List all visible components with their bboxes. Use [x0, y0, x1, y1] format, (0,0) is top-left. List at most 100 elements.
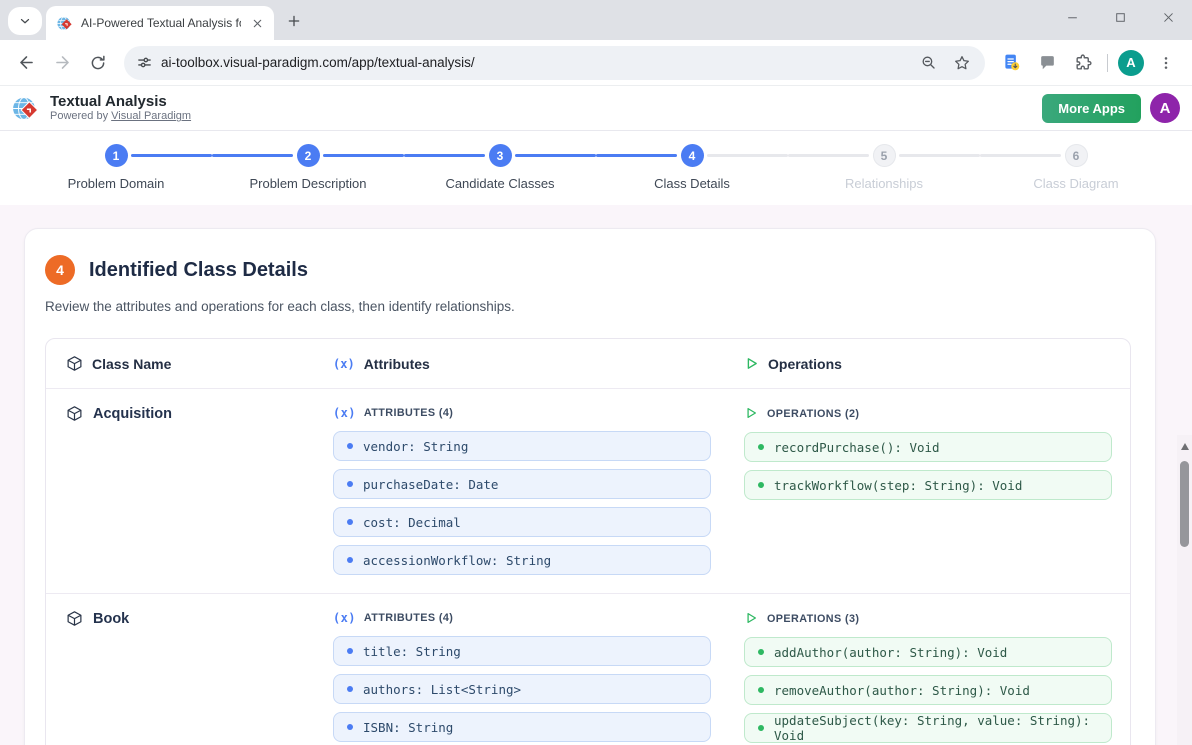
- attribute-pill-text: cost: Decimal: [363, 515, 461, 530]
- bullet-dot-icon: [758, 482, 764, 488]
- bullet-dot-icon: [347, 481, 353, 487]
- attribute-pill: ISBN: String: [333, 712, 711, 742]
- bullet-dot-icon: [347, 648, 353, 654]
- play-icon: [744, 356, 759, 371]
- bullet-dot-icon: [758, 444, 764, 450]
- step-connector-right: [899, 154, 980, 157]
- attribute-pill: authors: List<String>: [333, 674, 711, 704]
- attribute-pill-text: vendor: String: [363, 439, 468, 454]
- step-problem-domain[interactable]: 1 Problem Domain: [20, 144, 212, 205]
- operation-pill: recordPurchase(): Void: [744, 432, 1112, 462]
- url-text[interactable]: ai-toolbox.visual-paradigm.com/app/textu…: [161, 55, 907, 70]
- app-titles: Textual Analysis Powered by Visual Parad…: [50, 93, 1033, 123]
- tab-search-button[interactable]: [8, 7, 42, 35]
- bookmark-star-icon[interactable]: [949, 50, 975, 76]
- browser-toolbar: ai-toolbox.visual-paradigm.com/app/textu…: [0, 40, 1192, 86]
- step-connector-right: [323, 154, 404, 157]
- operation-pill-text: recordPurchase(): Void: [774, 440, 940, 455]
- user-avatar[interactable]: A: [1150, 93, 1180, 123]
- column-operations: Operations: [744, 356, 1112, 372]
- app-header: Textual Analysis Powered by Visual Parad…: [0, 86, 1192, 131]
- more-apps-button[interactable]: More Apps: [1042, 94, 1141, 123]
- tab-strip: AI-Powered Textual Analysis for: [0, 0, 1192, 40]
- window-minimize-button[interactable]: [1062, 7, 1082, 27]
- powered-by: Powered by Visual Paradigm: [50, 110, 1033, 123]
- page-title: Identified Class Details: [89, 259, 308, 282]
- class-details-table: Class Name (x) Attributes Operations Ac: [45, 338, 1131, 745]
- table-header-row: Class Name (x) Attributes Operations: [46, 339, 1130, 389]
- scroll-up-arrow-icon[interactable]: [1177, 439, 1192, 454]
- scrollbar-thumb[interactable]: [1180, 461, 1189, 547]
- step-4-badge: 4: [45, 255, 75, 285]
- feedback-bubble-icon[interactable]: [1031, 47, 1063, 79]
- attributes-icon: (x): [333, 611, 356, 625]
- plus-icon: [287, 14, 301, 28]
- operation-pill-text: removeAuthor(author: String): Void: [774, 683, 1030, 698]
- operation-pill-text: addAuthor(author: String): Void: [774, 645, 1007, 660]
- kebab-menu-icon[interactable]: [1150, 47, 1182, 79]
- wizard-stepper: 1 Problem Domain 2 Problem Description 3…: [0, 131, 1192, 205]
- bullet-dot-icon: [347, 724, 353, 730]
- back-button[interactable]: [10, 47, 42, 79]
- play-icon: [744, 406, 759, 421]
- step-class-details[interactable]: 4 Class Details: [596, 144, 788, 205]
- step-class-diagram[interactable]: 6 Class Diagram: [980, 144, 1172, 205]
- browser-window: AI-Powered Textual Analysis for: [0, 0, 1192, 86]
- scrollbar[interactable]: [1177, 435, 1192, 745]
- bullet-dot-icon: [347, 443, 353, 449]
- url-bar[interactable]: ai-toolbox.visual-paradigm.com/app/textu…: [124, 46, 985, 80]
- operations-section-label: OPERATIONS (3): [744, 611, 1112, 626]
- step-label: Class Diagram: [980, 176, 1172, 191]
- attributes-icon: (x): [333, 357, 355, 371]
- bullet-dot-icon: [347, 557, 353, 563]
- step-problem-description[interactable]: 2 Problem Description: [212, 144, 404, 205]
- bullet-dot-icon: [758, 649, 764, 655]
- window-maximize-button[interactable]: [1110, 7, 1130, 27]
- extensions-puzzle-icon[interactable]: [1067, 47, 1099, 79]
- new-tab-button[interactable]: [280, 7, 308, 35]
- attribute-pill: cost: Decimal: [333, 507, 711, 537]
- step-connector-left: [212, 154, 293, 157]
- doc-download-icon[interactable]: [995, 47, 1027, 79]
- operation-pill: updateSubject(key: String, value: String…: [744, 713, 1112, 743]
- title-row: 4 Identified Class Details: [25, 255, 1155, 285]
- app-title: Textual Analysis: [50, 93, 1033, 110]
- step-connector-left: [404, 154, 485, 157]
- operation-pill: addAuthor(author: String): Void: [744, 637, 1112, 667]
- operations-cell: OPERATIONS (3) addAuthor(author: String)…: [744, 608, 1112, 743]
- attributes-icon: (x): [333, 406, 356, 420]
- visual-paradigm-link[interactable]: Visual Paradigm: [111, 110, 191, 122]
- step-connector-left: [596, 154, 677, 157]
- bullet-dot-icon: [758, 687, 764, 693]
- step-connector-left: [980, 154, 1061, 157]
- step-connector-right: [131, 154, 212, 157]
- tab-close-icon[interactable]: [249, 15, 266, 32]
- step-candidate-classes[interactable]: 3 Candidate Classes: [404, 144, 596, 205]
- browser-tab[interactable]: AI-Powered Textual Analysis for: [46, 6, 274, 40]
- attribute-pill: vendor: String: [333, 431, 711, 461]
- zoom-out-icon[interactable]: [915, 50, 941, 76]
- page-subtitle: Review the attributes and operations for…: [25, 285, 1155, 314]
- operation-pill-text: updateSubject(key: String, value: String…: [774, 713, 1101, 743]
- window-close-button[interactable]: [1158, 7, 1178, 27]
- browser-profile-avatar[interactable]: A: [1118, 50, 1144, 76]
- step-connector-left: [788, 154, 869, 157]
- class-name-cell: Acquisition: [66, 403, 333, 422]
- step-label: Candidate Classes: [404, 176, 596, 191]
- attribute-pill-text: title: String: [363, 644, 461, 659]
- column-class-name: Class Name: [66, 355, 333, 372]
- page-content: 4 Identified Class Details Review the at…: [0, 228, 1192, 745]
- operation-pill: removeAuthor(author: String): Void: [744, 675, 1112, 705]
- forward-button[interactable]: [46, 47, 78, 79]
- step-label: Relationships: [788, 176, 980, 191]
- attribute-pill-text: purchaseDate: Date: [363, 477, 498, 492]
- step-number-badge: 6: [1065, 144, 1088, 167]
- step-number-badge: 4: [681, 144, 704, 167]
- reload-button[interactable]: [82, 47, 114, 79]
- toolbar-divider: [1107, 54, 1108, 72]
- class-name-cell: Book: [66, 608, 333, 627]
- step-relationships[interactable]: 5 Relationships: [788, 144, 980, 205]
- site-settings-icon[interactable]: [136, 54, 153, 71]
- attributes-section-label: (x) ATTRIBUTES (4): [333, 406, 744, 420]
- attributes-cell: (x) ATTRIBUTES (4) vendor: String purchas…: [333, 403, 744, 575]
